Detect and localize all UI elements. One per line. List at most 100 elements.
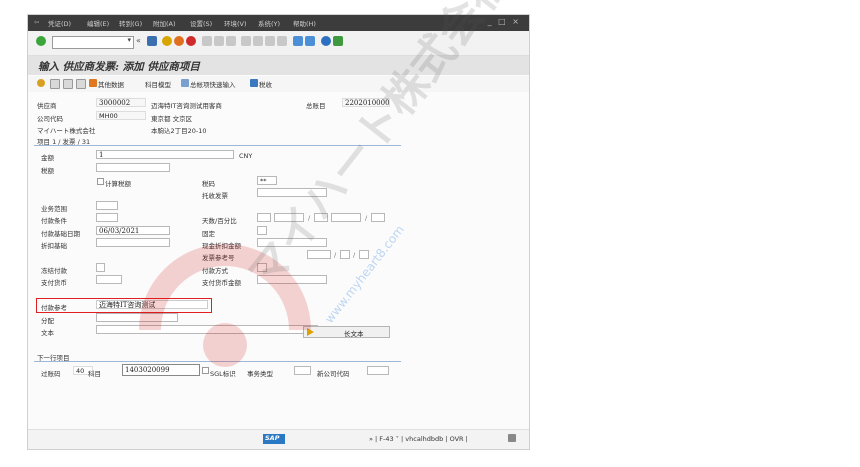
other-data-button[interactable]: 其他数据: [98, 79, 124, 89]
fixed-label: 固定: [202, 230, 215, 238]
payment-currency-field[interactable]: [96, 275, 122, 284]
new-company-code-field[interactable]: [367, 366, 389, 375]
account-field[interactable]: 1403020099: [122, 364, 200, 376]
days2-field[interactable]: [314, 213, 328, 222]
back-icon[interactable]: [162, 36, 172, 46]
last-page-icon[interactable]: [277, 36, 287, 46]
application-toolbar: 其他数据 科目模型 总帐项快速输入 税收: [28, 76, 529, 92]
menu-edit[interactable]: 编辑(E): [87, 18, 109, 28]
payment-block-field[interactable]: [96, 263, 105, 272]
next-item-divider: [34, 361, 401, 362]
posting-key-label: 过账码: [41, 370, 61, 378]
payment-ref-field[interactable]: 迈海特IT咨询测试: [96, 300, 208, 309]
invoice-ref-field[interactable]: [307, 250, 331, 259]
invoice-deferred-label: 托收发票: [202, 192, 228, 200]
fast-entry-button[interactable]: 总帐项快速输入: [190, 79, 236, 89]
hold-icon[interactable]: [76, 79, 86, 89]
enter-icon[interactable]: [36, 36, 46, 46]
find-icon[interactable]: [214, 36, 224, 46]
back-chevrons[interactable]: «: [136, 36, 141, 45]
payment-currency-label: 支付货币: [41, 279, 67, 287]
days3-field[interactable]: [371, 213, 385, 222]
menu-help[interactable]: 帮助(H): [293, 18, 316, 28]
company-code-field[interactable]: MH00: [96, 111, 146, 120]
sap-window: ⇦ 凭证(D) 编辑(E) 转到(G) 附加(A) 设置(S) 环境(V) 系统…: [27, 14, 530, 450]
invoice-deferred-field[interactable]: [257, 188, 327, 197]
exit-circle-icon[interactable]: [174, 36, 184, 46]
tax-icon[interactable]: [250, 79, 258, 87]
status-settings-icon[interactable]: [508, 434, 516, 442]
cash-discount-label: 现金折扣金额: [202, 242, 241, 250]
new-session-icon[interactable]: [293, 36, 303, 46]
command-field[interactable]: ▾: [52, 36, 134, 49]
vendor-label: 供应商: [37, 102, 57, 110]
status-info[interactable]: » | F-43 ˅ | vhcalhdbdb | OVR |: [369, 435, 468, 443]
window-controls[interactable]: _ □ ×: [488, 17, 521, 26]
document-icon[interactable]: [50, 79, 60, 89]
exit-icon[interactable]: ⇦: [34, 18, 39, 26]
menu-document[interactable]: 凭证(D): [48, 18, 71, 28]
baseline-date-field[interactable]: 06/03/2021: [96, 226, 170, 235]
vendor-street: 本駒込2丁目20-10: [151, 127, 207, 135]
transaction-type-field[interactable]: [294, 366, 311, 375]
invoice-ref-year-field[interactable]: [340, 250, 350, 259]
help-icon[interactable]: [321, 36, 331, 46]
calculate-tax-checkbox[interactable]: [97, 178, 104, 185]
gl-account-field[interactable]: 2202010000: [342, 98, 390, 107]
park-icon[interactable]: [63, 79, 73, 89]
payment-terms-field[interactable]: [96, 213, 118, 222]
tax-code-field[interactable]: **: [257, 176, 277, 185]
new-company-code-label: 新公司代码: [317, 370, 350, 378]
tax-amount-field[interactable]: [96, 163, 170, 172]
next-page-icon[interactable]: [265, 36, 275, 46]
account-label: 科目: [88, 370, 101, 378]
cancel-icon[interactable]: [186, 36, 196, 46]
amount-label: 金额: [41, 154, 54, 162]
sgl-checkbox[interactable]: [202, 367, 209, 374]
text-field[interactable]: [96, 325, 318, 334]
prev-page-icon[interactable]: [253, 36, 263, 46]
cash-discount-field[interactable]: [257, 238, 327, 247]
fast-entry-icon[interactable]: [181, 79, 189, 87]
assignment-label: 分配: [41, 317, 54, 325]
other-data-icon[interactable]: [89, 79, 97, 87]
vendor-icon[interactable]: [37, 79, 45, 87]
menu-extras[interactable]: 附加(A): [153, 18, 176, 28]
account-model-button[interactable]: 科目模型: [145, 79, 171, 89]
vendor-name: 迈海特IT咨询测试用客商: [151, 102, 222, 110]
text-label: 文本: [41, 329, 54, 337]
print-icon[interactable]: [202, 36, 212, 46]
amount-field[interactable]: 1: [96, 150, 234, 159]
transaction-type-label: 事务类型: [247, 370, 273, 378]
payment-ref-label: 付款参考: [41, 304, 67, 312]
business-area-label: 业务范围: [41, 205, 67, 213]
payment-method-field[interactable]: [257, 263, 267, 272]
pct1-field[interactable]: [274, 213, 304, 222]
menu-settings[interactable]: 设置(S): [190, 18, 212, 28]
system-toolbar: ▾ «: [28, 31, 529, 56]
menu-environment[interactable]: 环境(V): [224, 18, 247, 28]
payment-method-label: 付款方式: [202, 267, 228, 275]
vendor-city: 東京都 文京区: [151, 115, 193, 123]
shortcut-icon[interactable]: [305, 36, 315, 46]
chevron-down-icon[interactable]: ▾: [127, 36, 131, 44]
tax-button[interactable]: 税收: [259, 79, 272, 89]
days1-field[interactable]: [257, 213, 271, 222]
layout-icon[interactable]: [333, 36, 343, 46]
discount-base-field[interactable]: [96, 238, 170, 247]
find-next-icon[interactable]: [226, 36, 236, 46]
assignment-field[interactable]: [96, 313, 178, 322]
menu-goto[interactable]: 转到(G): [119, 18, 142, 28]
menu-bar: ⇦ 凭证(D) 编辑(E) 转到(G) 附加(A) 设置(S) 环境(V) 系统…: [28, 15, 529, 31]
business-area-field[interactable]: [96, 201, 118, 210]
fixed-field[interactable]: [257, 226, 267, 235]
first-page-icon[interactable]: [241, 36, 251, 46]
vendor-field[interactable]: 3000002: [96, 98, 146, 107]
long-text-button[interactable]: 长文本: [303, 326, 390, 338]
invoice-ref-item-field[interactable]: [359, 250, 369, 259]
payment-currency-amount-field[interactable]: [257, 275, 327, 284]
invoice-ref-label: 发票参考号: [202, 254, 235, 262]
menu-system[interactable]: 系统(Y): [258, 18, 280, 28]
pct2-field[interactable]: [331, 213, 361, 222]
save-icon[interactable]: [147, 36, 157, 46]
